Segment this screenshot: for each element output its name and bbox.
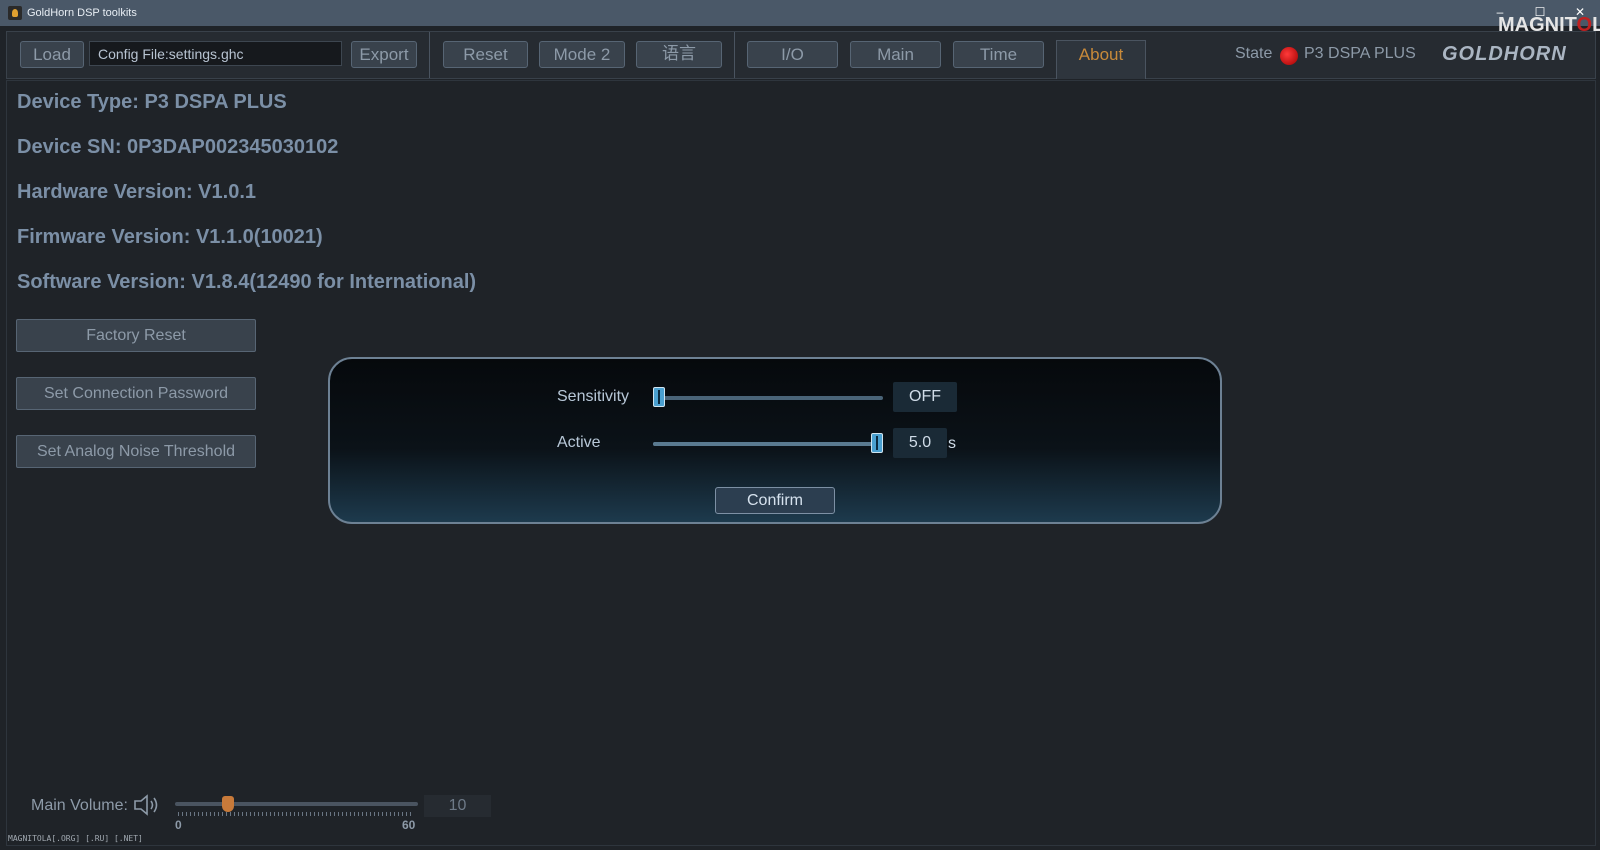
app-icon	[8, 6, 22, 20]
state-label: State	[1235, 45, 1273, 62]
toolbar-divider	[429, 32, 430, 78]
set-analog-noise-threshold-button[interactable]: Set Analog Noise Threshold	[16, 435, 256, 468]
active-unit: s	[948, 435, 956, 452]
maximize-button[interactable]: ☐	[1530, 4, 1550, 20]
factory-reset-button[interactable]: Factory Reset	[16, 319, 256, 352]
load-button[interactable]: Load	[20, 41, 84, 68]
sensitivity-value[interactable]: OFF	[893, 382, 957, 412]
speaker-icon[interactable]	[132, 793, 162, 817]
connected-device-name: P3 DSPA PLUS	[1304, 45, 1416, 62]
main-volume-label: Main Volume:	[31, 797, 128, 814]
toolbar-divider	[734, 32, 735, 78]
volume-max-label: 60	[402, 818, 416, 832]
toolbar: Load Config File:settings.ghc Export Res…	[6, 31, 1596, 79]
main-volume-ticks	[178, 812, 414, 816]
reset-button[interactable]: Reset	[443, 41, 528, 68]
firmware-version: Firmware Version: V1.1.0(10021)	[17, 226, 323, 248]
tab-time[interactable]: Time	[953, 41, 1044, 68]
sensitivity-slider[interactable]	[653, 387, 883, 407]
active-value[interactable]: 5.0	[893, 428, 947, 458]
title-bar: GoldHorn DSP toolkits MAGNITOLA – ☐ ✕	[0, 0, 1600, 36]
language-button[interactable]: 语言	[636, 41, 722, 68]
close-button[interactable]: ✕	[1570, 4, 1590, 20]
volume-min-label: 0	[175, 818, 182, 832]
main-volume-slider-handle[interactable]	[221, 796, 234, 812]
state-indicator-icon	[1280, 47, 1298, 65]
main-volume-value[interactable]: 10	[424, 795, 491, 817]
tab-main[interactable]: Main	[850, 41, 941, 68]
window-title: GoldHorn DSP toolkits	[27, 7, 137, 19]
active-slider-handle[interactable]	[871, 433, 883, 453]
active-slider[interactable]	[653, 433, 883, 453]
set-connection-password-button[interactable]: Set Connection Password	[16, 377, 256, 410]
mode-button[interactable]: Mode 2	[539, 41, 625, 68]
active-label: Active	[557, 434, 601, 451]
tab-about[interactable]: About	[1056, 40, 1146, 79]
tab-io[interactable]: I/O	[747, 41, 838, 68]
device-type: Device Type: P3 DSPA PLUS	[17, 91, 287, 113]
device-sn: Device SN: 0P3DAP002345030102	[17, 136, 339, 158]
goldhorn-logo: GOLDHORN	[1442, 43, 1567, 65]
confirm-button[interactable]: Confirm	[715, 487, 835, 514]
footer-watermark: MAGNITOLA[.ORG] [.RU] [.NET]	[8, 834, 143, 843]
minimize-button[interactable]: –	[1490, 4, 1510, 20]
export-button[interactable]: Export	[351, 41, 417, 68]
sensitivity-slider-handle[interactable]	[653, 387, 665, 407]
sensitivity-label: Sensitivity	[557, 388, 630, 405]
active-slider-fill	[653, 442, 877, 446]
noise-threshold-dialog: Sensitivity OFF Active 5.0 s Confirm	[328, 357, 1222, 524]
hardware-version: Hardware Version: V1.0.1	[17, 181, 257, 203]
main-volume-slider[interactable]	[175, 802, 418, 806]
config-file-field: Config File:settings.ghc	[89, 41, 342, 66]
software-version: Software Version: V1.8.4(12490 for Inter…	[17, 271, 477, 293]
